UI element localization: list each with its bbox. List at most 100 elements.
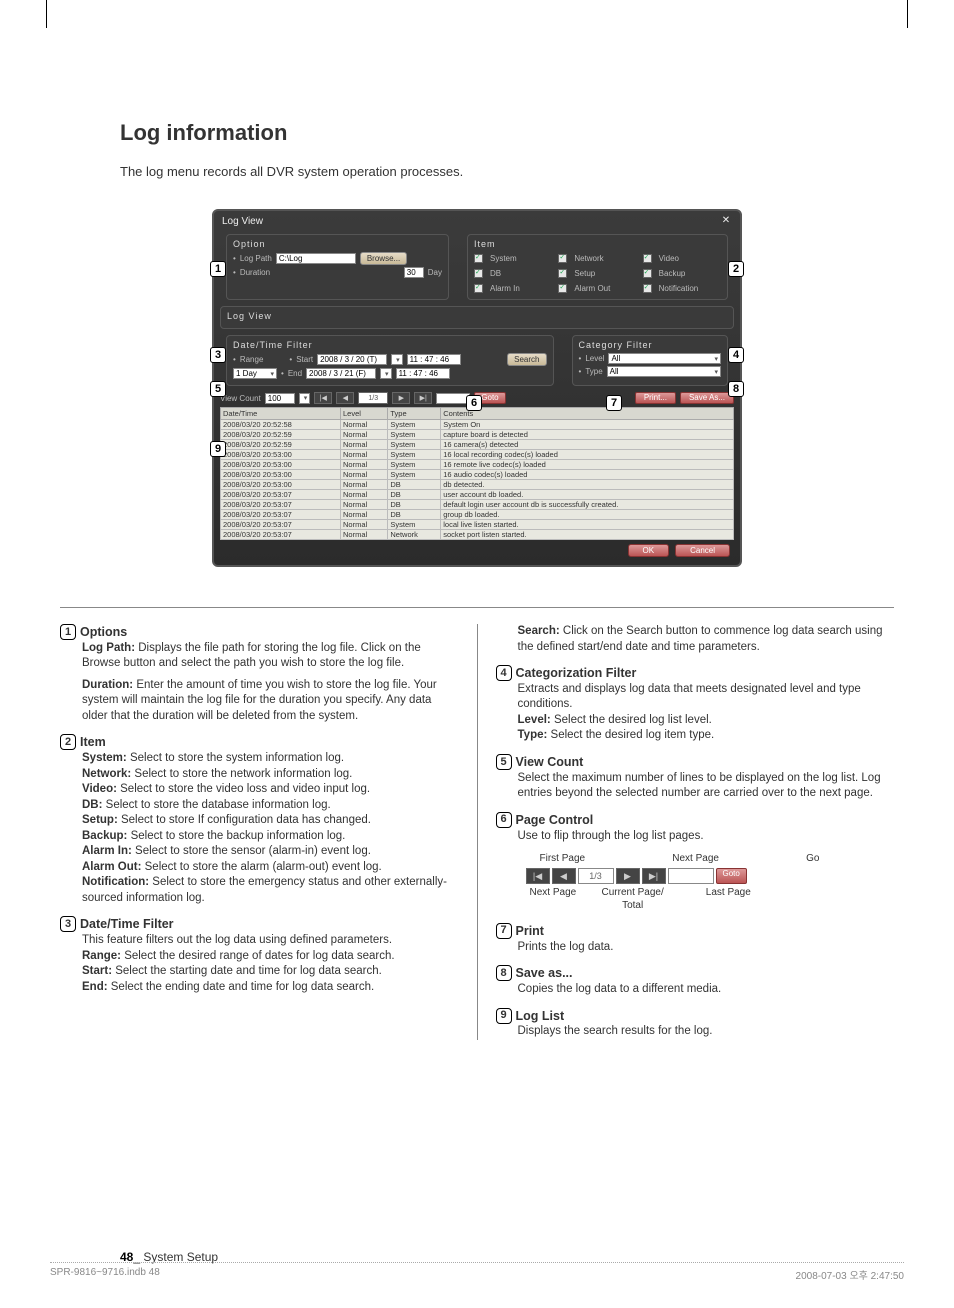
type-key: Type:	[518, 729, 548, 741]
end-date-input[interactable]: 2008 / 3 / 21 (F)	[306, 368, 376, 379]
log-path-input[interactable]: C:\Log	[276, 253, 356, 264]
badge-7: 7	[496, 923, 512, 939]
pc-prev-icon[interactable]: ◀	[552, 868, 576, 884]
start-date-dropdown[interactable]	[391, 354, 403, 365]
start-time-input[interactable]: 11 : 47 : 46	[407, 354, 461, 365]
item-checkbox[interactable]: Video	[643, 254, 721, 263]
table-row[interactable]: 2008/03/20 20:53:07NormalSystemlocal liv…	[221, 520, 734, 530]
level-label: Level	[585, 354, 604, 363]
callout-1: 1	[210, 261, 226, 277]
search-button[interactable]: Search	[507, 353, 546, 366]
pc-next-icon[interactable]: ▶	[616, 868, 640, 884]
loglist-heading: Log List	[516, 1008, 565, 1025]
saveas-button[interactable]: Save As...	[680, 392, 734, 404]
end-time-input[interactable]: 11 : 47 : 46	[396, 368, 450, 379]
dtfilter-body: This feature filters out the log data us…	[82, 933, 459, 949]
pc-current-label: Current Page/ Total	[602, 886, 664, 913]
level-key: Level:	[518, 714, 551, 726]
start-date-input[interactable]: 2008 / 3 / 20 (T)	[317, 354, 387, 365]
system-text: Select to store the system information l…	[130, 752, 344, 764]
callout-8: 8	[728, 381, 744, 397]
item-checkbox[interactable]: Notification	[643, 284, 721, 293]
dtfilter-heading: Date/Time Filter	[80, 916, 174, 933]
alarmin-key: Alarm In:	[82, 845, 132, 857]
callout-2: 2	[728, 261, 744, 277]
item-checkbox[interactable]: Alarm Out	[558, 284, 636, 293]
table-row[interactable]: 2008/03/20 20:53:00NormalSystem16 audio …	[221, 470, 734, 480]
pc-first-label: First Page	[540, 852, 586, 866]
pc-first-icon[interactable]: |◀	[526, 868, 550, 884]
pc-last-icon[interactable]: ▶|	[642, 868, 666, 884]
table-row[interactable]: 2008/03/20 20:53:00NormalSystem16 local …	[221, 450, 734, 460]
level-dropdown[interactable]: All	[608, 353, 721, 364]
pc-next-label: Next Page	[672, 852, 719, 866]
db-key: DB:	[82, 799, 102, 811]
start-text: Select the starting date and time for lo…	[115, 965, 382, 977]
table-row[interactable]: 2008/03/20 20:52:59NormalSystemcapture b…	[221, 430, 734, 440]
catfilter-body: Extracts and displays log data that meet…	[518, 682, 895, 713]
network-text: Select to store the network information …	[134, 768, 352, 780]
last-page-icon[interactable]: ▶|	[414, 392, 432, 404]
callout-6: 6	[466, 395, 482, 411]
table-row[interactable]: 2008/03/20 20:53:00NormalDBdb detected.	[221, 480, 734, 490]
saveas-body: Copies the log data to a different media…	[518, 982, 895, 998]
ok-button[interactable]: OK	[628, 544, 670, 557]
table-row[interactable]: 2008/03/20 20:53:07NormalNetworksocket p…	[221, 530, 734, 540]
print-button[interactable]: Print...	[635, 392, 676, 404]
duration-input[interactable]: 30	[404, 267, 424, 278]
badge-4: 4	[496, 665, 512, 681]
badge-3: 3	[60, 916, 76, 932]
badge-8: 8	[496, 965, 512, 981]
category-filter-title: Category Filter	[579, 340, 722, 350]
alarmout-key: Alarm Out:	[82, 861, 141, 873]
table-row[interactable]: 2008/03/20 20:53:00NormalSystem16 remote…	[221, 460, 734, 470]
table-header: Date/Time	[221, 408, 341, 420]
item-checkbox[interactable]: Network	[558, 254, 636, 263]
log-path-label: Log Path	[240, 254, 272, 263]
pc-last-label: Last Page	[706, 886, 766, 913]
table-row[interactable]: 2008/03/20 20:52:59NormalSystem16 camera…	[221, 440, 734, 450]
view-count-dropdown[interactable]	[299, 393, 311, 404]
view-count-input[interactable]: 100	[265, 393, 295, 404]
pc-goto-input[interactable]	[668, 868, 714, 884]
item-checkbox[interactable]: DB	[474, 269, 552, 278]
badge-1: 1	[60, 624, 76, 640]
range-dropdown[interactable]: 1 Day	[233, 368, 277, 379]
table-row[interactable]: 2008/03/20 20:53:07NormalDBdefault login…	[221, 500, 734, 510]
search-key: Search:	[518, 625, 560, 637]
type-text: Select the desired log item type.	[551, 729, 715, 741]
table-header: Contents	[441, 408, 734, 420]
cancel-button[interactable]: Cancel	[675, 544, 730, 557]
item-checkbox[interactable]: System	[474, 254, 552, 263]
item-heading: Item	[80, 734, 106, 751]
network-key: Network:	[82, 768, 131, 780]
setup-text: Select to store If configuration data ha…	[121, 814, 371, 826]
table-header: Type	[388, 408, 441, 420]
duration-label: Duration	[240, 268, 270, 277]
close-icon[interactable]: ✕	[720, 215, 732, 227]
first-page-icon[interactable]: |◀	[314, 392, 332, 404]
pc-goto-button[interactable]: Goto	[716, 868, 747, 884]
loglist-body: Displays the search results for the log.	[518, 1024, 895, 1040]
alarmin-text: Select to store the sensor (alarm-in) ev…	[135, 845, 371, 857]
logpath-key: Log Path:	[82, 642, 135, 654]
table-row[interactable]: 2008/03/20 20:53:07NormalDBuser account …	[221, 490, 734, 500]
table-row[interactable]: 2008/03/20 20:52:58NormalSystemSystem On	[221, 420, 734, 430]
video-key: Video:	[82, 783, 117, 795]
type-label: Type	[585, 367, 602, 376]
db-text: Select to store the database information…	[106, 799, 331, 811]
type-dropdown[interactable]: All	[607, 366, 721, 377]
prev-page-icon[interactable]: ◀	[336, 392, 354, 404]
log-view-screenshot: Log View ✕ Option • Log Path C:\Log Brow…	[212, 209, 742, 567]
item-panel-title: Item	[474, 239, 721, 249]
next-page-icon[interactable]: ▶	[392, 392, 410, 404]
table-row[interactable]: 2008/03/20 20:53:07NormalDBgroup db load…	[221, 510, 734, 520]
viewcount-heading: View Count	[516, 754, 584, 771]
badge-9: 9	[496, 1008, 512, 1024]
item-checkbox[interactable]: Backup	[643, 269, 721, 278]
item-checkbox[interactable]: Setup	[558, 269, 636, 278]
item-checkbox[interactable]: Alarm In	[474, 284, 552, 293]
view-count-label: View Count	[220, 394, 261, 403]
browse-button[interactable]: Browse...	[360, 252, 407, 265]
end-date-dropdown[interactable]	[380, 368, 392, 379]
